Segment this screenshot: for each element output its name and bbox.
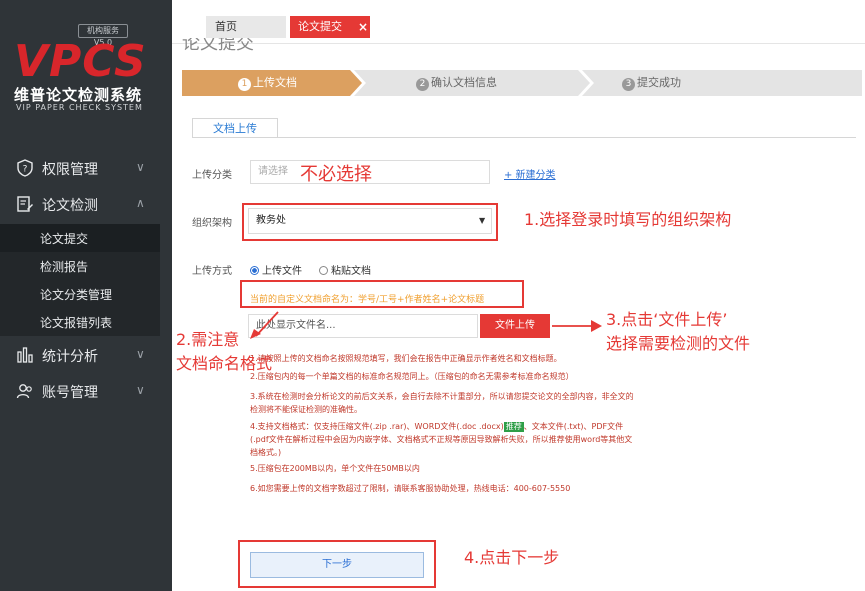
step-number: 1: [238, 78, 251, 91]
step-3: 3 提交成功: [622, 70, 681, 96]
tab-document-upload[interactable]: 文档上传: [192, 118, 278, 138]
note-6: 6.如您需要上传的文档字数超过了限制，请联系客服协助处理，热线电话：400-60…: [250, 484, 571, 493]
chevron-down-icon: ∨: [136, 347, 145, 361]
step-1: 1 上传文档: [238, 70, 297, 96]
category-label: 上传分类: [192, 170, 232, 181]
annotation-step-3-line-1: 3.点击‘文件上传’: [606, 310, 728, 329]
radio-label: 粘贴文档: [331, 266, 371, 277]
sidebar-subitem-label: 论文报错列表: [40, 316, 113, 330]
sidebar-subitem-label: 检测报告: [40, 260, 89, 274]
step-progress: 1 上传文档 2 确认文档信息 3 提交成功: [182, 70, 862, 96]
sidebar-subitem-error-list[interactable]: 论文报错列表: [0, 308, 160, 336]
step-label: 提交成功: [637, 76, 681, 89]
tab-bar: 首页 论文提交 ×: [172, 0, 865, 44]
step-2: 2 确认文档信息: [416, 70, 497, 96]
radio-upload-file[interactable]: 上传文件: [250, 262, 302, 277]
radio-label: 上传文件: [262, 266, 302, 277]
radio-paste-document[interactable]: 粘贴文档: [319, 262, 371, 277]
document-edit-icon: [16, 195, 34, 213]
note-4: 4.支持文档格式：仅支持压缩文件(.zip .rar)、WORD文件(.doc …: [250, 420, 640, 459]
new-category-link[interactable]: + 新建分类: [504, 166, 556, 181]
sidebar-item-label: 论文检测: [42, 198, 98, 214]
step-label: 上传文档: [253, 76, 297, 89]
sidebar-item-statistics[interactable]: 统计分析 ∨: [0, 337, 172, 373]
annotation-step-2-line-2: 文档命名格式: [176, 354, 273, 373]
annotation-arrow-naming: [250, 311, 279, 339]
note-2: 2.压缩包内的每一个单篇文档的标准命名规范同上。（压缩包的命名无需参考标准命名规…: [250, 372, 574, 381]
annotation-box-org: [242, 203, 498, 241]
sidebar-subitem-label: 论文分类管理: [40, 288, 113, 302]
sidebar-subitem-label: 论文提交: [40, 232, 89, 246]
logo: 机构服务V5.0 VPCS 维普论文检测系统 VIP PAPER CHECK S…: [0, 0, 172, 140]
sidebar-item-label: 账号管理: [42, 385, 98, 401]
bar-chart-icon: [16, 346, 34, 364]
note-5: 5.压缩包在200MB以内，单个文件在50MB以内: [250, 464, 420, 473]
user-group-icon: [16, 382, 34, 400]
brand-logo: VPCS: [14, 36, 147, 87]
upload-file-button[interactable]: 文件上传: [480, 314, 550, 338]
annotation-step-1: 1.选择登录时填写的组织架构: [524, 210, 732, 229]
chevron-down-icon: ∨: [136, 160, 145, 174]
sidebar-subitem-category-management[interactable]: 论文分类管理: [0, 280, 160, 308]
org-label: 组织架构: [192, 218, 232, 229]
method-label: 上传方式: [192, 266, 232, 277]
tab-label: 论文提交: [298, 20, 342, 33]
close-icon[interactable]: ×: [358, 16, 368, 38]
tab-submit-paper[interactable]: 论文提交 ×: [290, 16, 370, 38]
divider: [192, 137, 856, 138]
category-placeholder: 请选择: [258, 166, 288, 177]
brand-name-cn: 维普论文检测系统: [14, 86, 143, 104]
note-1: 1.请按照上传的文档命名按照规范填写，我们会在报告中正确显示作者姓名和文档标题。: [250, 354, 562, 363]
svg-text:?: ?: [23, 165, 28, 175]
step-number: 3: [622, 78, 635, 91]
sidebar-item-accounts[interactable]: 账号管理 ∨: [0, 373, 172, 409]
page-title: 论文提交: [182, 38, 254, 52]
chevron-down-icon: ∨: [136, 383, 145, 397]
annotation-not-required: 不必选择: [300, 164, 372, 185]
step-number: 2: [416, 78, 429, 91]
annotation-step-4: 4.点击下一步: [464, 548, 560, 567]
note-3: 3.系统在检测时会分析论文的前后文关系，会自行去除不计重部分，所以请您提交论文的…: [250, 392, 634, 414]
brand-name-en: VIP PAPER CHECK SYSTEM: [16, 103, 143, 112]
sidebar-submenu: 论文提交 检测报告 论文分类管理 论文报错列表: [0, 224, 160, 336]
radio-checked-icon: [250, 266, 259, 275]
annotation-step-3: 3.点击‘文件上传’ 选择需要检测的文件: [606, 308, 750, 356]
sidebar-item-permissions[interactable]: ? 权限管理 ∨: [0, 150, 172, 186]
note-4-text: 4.支持文档格式：仅支持压缩文件(.zip .rar)、WORD文件(.doc …: [250, 422, 504, 431]
annotation-arrow-upload: [552, 320, 602, 332]
annotation-box-naming: [240, 280, 524, 308]
annotation-step-3-line-2: 选择需要检测的文件: [606, 334, 751, 353]
shield-icon: ?: [16, 159, 34, 177]
annotation-box-next: [238, 540, 436, 588]
chevron-up-icon: ∧: [136, 196, 145, 210]
sidebar-item-label: 权限管理: [42, 162, 98, 178]
sidebar-subitem-reports[interactable]: 检测报告: [0, 252, 160, 280]
step-label: 确认文档信息: [431, 76, 497, 89]
sidebar-item-label: 统计分析: [42, 349, 98, 365]
sidebar-subitem-submit-paper[interactable]: 论文提交: [0, 224, 160, 252]
sidebar: 机构服务V5.0 VPCS 维普论文检测系统 VIP PAPER CHECK S…: [0, 0, 172, 591]
tab-home[interactable]: 首页: [206, 16, 286, 38]
sidebar-item-paper-check[interactable]: 论文检测 ∧: [0, 186, 172, 222]
recommend-badge: 推荐: [503, 422, 524, 432]
radio-unchecked-icon: [319, 266, 328, 275]
